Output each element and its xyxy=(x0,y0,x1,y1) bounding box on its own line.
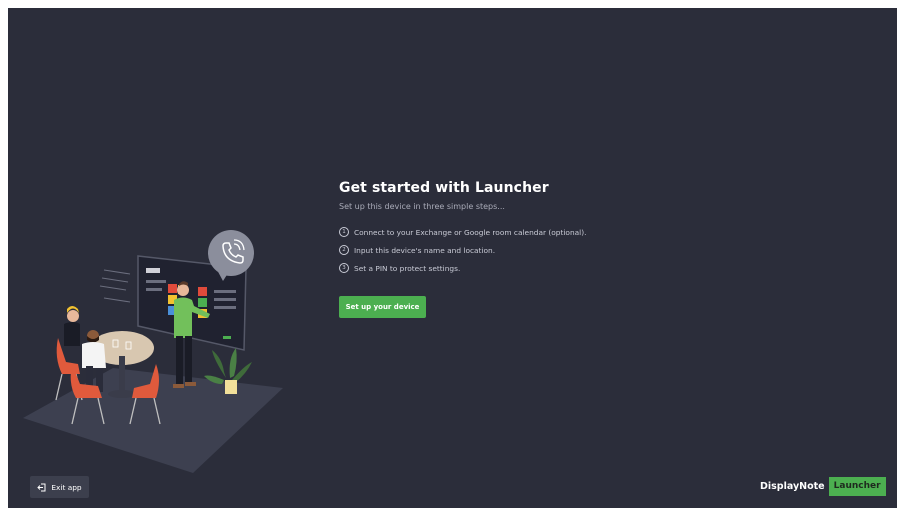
brand-product-badge: Launcher xyxy=(828,476,886,496)
exit-icon xyxy=(37,483,46,491)
meeting-room-illustration xyxy=(23,230,283,473)
step-number-icon: 2 xyxy=(339,245,349,255)
page-subtitle: Set up this device in three simple steps… xyxy=(339,202,505,211)
launcher-window: Get started with Launcher Set up this de… xyxy=(8,8,897,508)
seated-person-left xyxy=(64,306,80,346)
step-item: 3 Set a PIN to protect settings. xyxy=(339,259,659,277)
step-text: Input this device's name and location. xyxy=(354,245,496,255)
set-up-device-button[interactable]: Set up your device xyxy=(339,296,426,318)
page-title: Get started with Launcher xyxy=(339,180,549,196)
step-text: Connect to your Exchange or Google room … xyxy=(354,227,587,237)
step-text: Set a PIN to protect settings. xyxy=(354,263,461,273)
steps-list: 1 Connect to your Exchange or Google roo… xyxy=(339,223,659,277)
step-number-icon: 1 xyxy=(339,227,349,237)
welcome-panel: Get started with Launcher Set up this de… xyxy=(339,180,659,318)
step-number-icon: 3 xyxy=(339,263,349,273)
brand-name: DisplayNote xyxy=(760,480,825,492)
step-item: 2 Input this device's name and location. xyxy=(339,241,659,259)
step-item: 1 Connect to your Exchange or Google roo… xyxy=(339,223,659,241)
exit-app-button[interactable]: Exit app xyxy=(30,476,89,498)
exit-app-label: Exit app xyxy=(51,482,82,492)
brand-logo: DisplayNote Launcher xyxy=(760,476,886,496)
